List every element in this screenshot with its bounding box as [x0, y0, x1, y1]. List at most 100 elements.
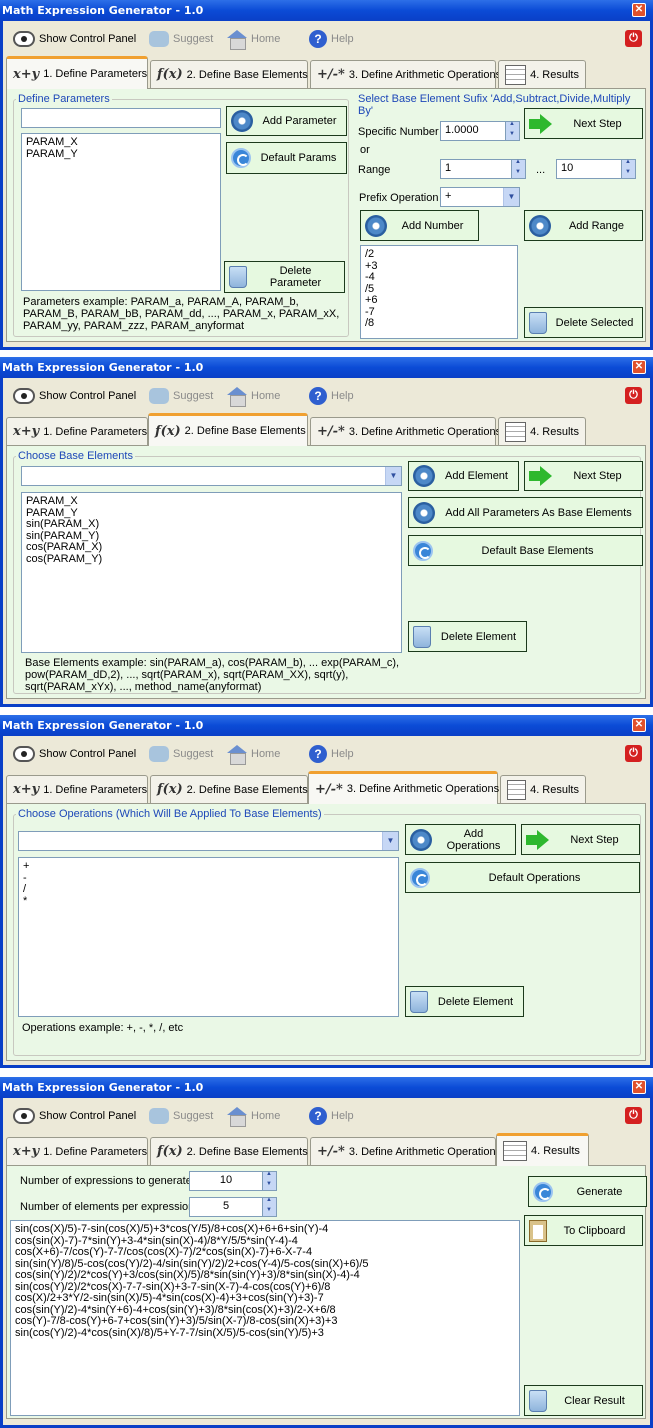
tab-strip: x+y 1. Define Parameters f(x) 2. Define Ba…	[6, 56, 646, 89]
num-elements-stepper[interactable]: 5	[189, 1197, 277, 1217]
parameter-input[interactable]	[21, 108, 221, 128]
tab-define-base-elements[interactable]: f(x) 2. Define Base Elements	[150, 60, 308, 88]
range-to-stepper[interactable]: 10	[556, 159, 636, 179]
default-operations-button[interactable]: Default Operations	[405, 862, 640, 893]
operation-combo[interactable]: ▼	[18, 831, 399, 851]
power-button[interactable]: ⏻	[625, 1107, 642, 1124]
list-item[interactable]: /5	[365, 283, 513, 296]
default-params-button[interactable]: Default Params	[226, 142, 347, 174]
spin-buttons[interactable]	[505, 121, 519, 140]
tab-results[interactable]: 4. Results	[496, 1133, 589, 1166]
help-button[interactable]: ? Help	[309, 386, 354, 406]
operations-list[interactable]: + - / *	[18, 857, 399, 1017]
list-item[interactable]: /8	[365, 317, 513, 330]
list-item[interactable]: PARAM_X	[26, 495, 397, 508]
help-button[interactable]: ? Help	[309, 744, 354, 764]
delete-parameter-button[interactable]: Delete Parameter	[224, 261, 345, 293]
list-item[interactable]: +6	[365, 294, 513, 307]
show-control-panel-button[interactable]: Show Control Panel	[13, 386, 136, 406]
home-button[interactable]: Home	[227, 386, 280, 407]
help-button[interactable]: ? Help	[309, 1106, 354, 1126]
close-button[interactable]: ✕	[632, 360, 646, 374]
add-element-button[interactable]: Add Element	[408, 461, 519, 491]
clear-result-button[interactable]: Clear Result	[524, 1385, 643, 1416]
list-item[interactable]: -4	[365, 271, 513, 284]
list-item[interactable]: sin(PARAM_X)	[26, 518, 397, 531]
show-control-panel-button[interactable]: Show Control Panel	[13, 744, 136, 764]
home-button[interactable]: Home	[227, 744, 280, 765]
spin-buttons[interactable]	[621, 159, 635, 178]
base-elements-list[interactable]: PARAM_X PARAM_Y sin(PARAM_X) sin(PARAM_Y…	[21, 492, 402, 653]
tab-results[interactable]: 4. Results	[498, 60, 586, 88]
suggest-button[interactable]: Suggest	[149, 29, 213, 49]
next-step-button[interactable]: Next Step	[521, 824, 640, 855]
show-control-panel-button[interactable]: Show Control Panel	[13, 1106, 136, 1126]
tab-define-base-elements[interactable]: f(x) 2. Define Base Elements	[148, 413, 308, 446]
base-element-combo[interactable]: ▼	[21, 466, 402, 486]
add-range-button[interactable]: Add Range	[524, 210, 643, 241]
tab-define-arithmetic-operations[interactable]: +/-* 3. Define Arithmetic Operations	[308, 771, 499, 804]
specific-number-stepper[interactable]: 1.0000	[440, 121, 520, 141]
list-item[interactable]: cos(PARAM_X)	[26, 541, 397, 554]
next-step-button[interactable]: Next Step	[524, 108, 643, 139]
generate-button[interactable]: Generate	[528, 1176, 647, 1207]
next-step-button[interactable]: Next Step	[524, 461, 643, 491]
suggest-button[interactable]: Suggest	[149, 386, 213, 406]
tab-results[interactable]: 4. Results	[500, 775, 586, 803]
close-button[interactable]: ✕	[632, 3, 646, 17]
delete-element-button[interactable]: Delete Element	[408, 621, 527, 652]
add-all-parameters-button[interactable]: Add All Parameters As Base Elements	[408, 497, 643, 528]
home-button[interactable]: Home	[227, 29, 280, 50]
add-parameter-button[interactable]: Add Parameter	[226, 106, 347, 136]
parameters-list[interactable]: PARAM_X PARAM_Y	[21, 133, 221, 291]
add-number-button[interactable]: Add Number	[360, 210, 479, 241]
list-item[interactable]: *	[23, 895, 394, 908]
refresh-icon	[410, 867, 430, 888]
chevron-down-icon: ▼	[385, 467, 401, 485]
results-textarea[interactable]: sin(cos(X)/5)-7-sin(cos(X)/5)+3*cos(Y/5)…	[10, 1220, 520, 1416]
list-item[interactable]: /	[23, 883, 394, 896]
spin-buttons[interactable]	[511, 159, 525, 178]
refresh-icon	[413, 540, 433, 561]
list-item[interactable]: cos(PARAM_Y)	[26, 553, 397, 566]
help-button[interactable]: ? Help	[309, 29, 354, 49]
list-item[interactable]: -7	[365, 306, 513, 319]
show-control-panel-button[interactable]: Show Control Panel	[13, 29, 136, 49]
tab-define-parameters[interactable]: x+y 1. Define Parameters	[6, 417, 148, 445]
suffix-list[interactable]: /2 +3 -4 /5 +6 -7 /8	[360, 245, 518, 339]
prefix-operation-select[interactable]: + ▼	[440, 187, 520, 207]
spin-buttons[interactable]	[262, 1171, 276, 1190]
tab-define-arithmetic-operations[interactable]: +/-* 3. Define Arithmetic Operations	[310, 60, 501, 88]
tab-define-parameters[interactable]: x+y 1. Define Parameters	[6, 1137, 148, 1165]
tab-define-parameters[interactable]: x+y 1. Define Parameters	[6, 56, 148, 89]
tab-define-base-elements[interactable]: f(x) 2. Define Base Elements	[150, 775, 308, 803]
list-item[interactable]: +3	[365, 260, 513, 273]
tab-define-base-elements[interactable]: f(x) 2. Define Base Elements	[150, 1137, 308, 1165]
default-base-elements-button[interactable]: Default Base Elements	[408, 535, 643, 566]
close-button[interactable]: ✕	[632, 718, 646, 732]
tab-results[interactable]: 4. Results	[498, 417, 586, 445]
tab-define-arithmetic-operations[interactable]: +/-* 3. Define Arithmetic Operations	[310, 417, 501, 445]
add-operations-button[interactable]: Add Operations	[405, 824, 516, 855]
power-button[interactable]: ⏻	[625, 745, 642, 762]
power-button[interactable]: ⏻	[625, 30, 642, 47]
to-clipboard-button[interactable]: To Clipboard	[524, 1215, 643, 1246]
tab-define-arithmetic-operations[interactable]: +/-* 3. Define Arithmetic Operations	[310, 1137, 501, 1165]
close-button[interactable]: ✕	[632, 1080, 646, 1094]
list-item[interactable]: /2	[365, 248, 513, 261]
home-button[interactable]: Home	[227, 1106, 280, 1127]
list-item[interactable]: PARAM_Y	[26, 148, 216, 161]
add-gear-icon	[231, 110, 253, 132]
delete-selected-button[interactable]: Delete Selected	[524, 307, 643, 338]
range-from-stepper[interactable]: 1	[440, 159, 526, 179]
spin-buttons[interactable]	[262, 1197, 276, 1216]
list-item[interactable]: PARAM_X	[26, 136, 216, 149]
suggest-button[interactable]: Suggest	[149, 744, 213, 764]
list-item[interactable]: +	[23, 860, 394, 873]
power-button[interactable]: ⏻	[625, 387, 642, 404]
suggest-button[interactable]: Suggest	[149, 1106, 213, 1126]
delete-element-button[interactable]: Delete Element	[405, 986, 524, 1017]
tab-define-parameters[interactable]: x+y 1. Define Parameters	[6, 775, 148, 803]
list-item[interactable]: -	[23, 872, 394, 885]
num-expressions-stepper[interactable]: 10	[189, 1171, 277, 1191]
